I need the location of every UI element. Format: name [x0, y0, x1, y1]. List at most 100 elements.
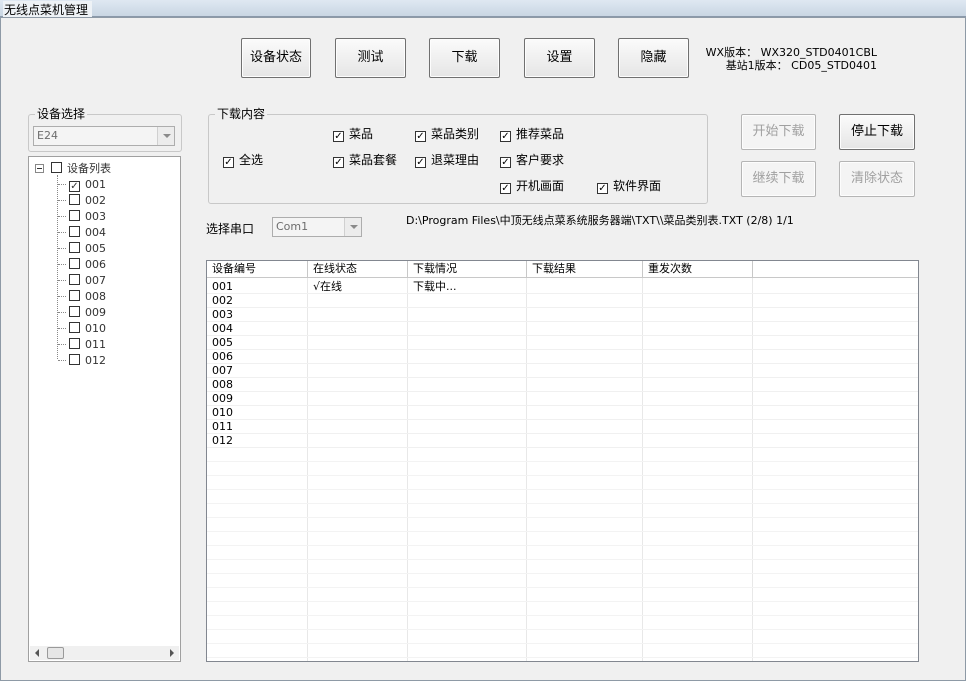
table-cell: 007: [212, 364, 233, 377]
tree-item-label: 004: [85, 226, 106, 239]
tree-line: [58, 360, 66, 361]
device-status-button[interactable]: 设备状态: [241, 38, 311, 78]
checkbox-icon[interactable]: ✓: [500, 131, 511, 142]
continue-download-button[interactable]: 继续下载: [741, 161, 816, 197]
checkbox-icon[interactable]: [69, 210, 80, 221]
table-row[interactable]: 012: [207, 434, 918, 448]
table-row[interactable]: 007: [207, 364, 918, 378]
table-cell: 010: [212, 406, 233, 419]
download-button[interactable]: 下载: [429, 38, 500, 78]
chevron-down-icon[interactable]: [157, 127, 174, 145]
checkbox-icon[interactable]: ✓: [333, 131, 344, 142]
row-line: [207, 644, 918, 658]
test-button[interactable]: 测试: [335, 38, 406, 78]
checkbox-icon[interactable]: [69, 338, 80, 349]
table-row[interactable]: 010: [207, 406, 918, 420]
chevron-down-icon[interactable]: [344, 218, 361, 236]
hide-button[interactable]: 隐藏: [618, 38, 689, 78]
clear-status-button[interactable]: 清除状态: [839, 161, 915, 197]
checkbox-icon[interactable]: ✓: [415, 131, 426, 142]
dish-category-checkbox[interactable]: ✓ 菜品类别: [415, 127, 479, 142]
tree-item[interactable]: 005: [69, 242, 106, 255]
checkbox-icon[interactable]: ✓: [500, 157, 511, 168]
tree-item[interactable]: 002: [69, 194, 106, 207]
device-status-table[interactable]: 设备编号 在线状态 下载情况 下载结果 重发次数 001 √在线 下载中... 002…: [206, 260, 919, 662]
tree-item[interactable]: 009: [69, 306, 106, 319]
table-row[interactable]: 006: [207, 350, 918, 364]
row-line: [207, 602, 918, 616]
table-row[interactable]: 002: [207, 294, 918, 308]
table-row[interactable]: 001 √在线 下载中...: [207, 280, 918, 294]
customer-request-checkbox[interactable]: ✓ 客户要求: [500, 153, 564, 168]
tree-item[interactable]: 012: [69, 354, 106, 367]
device-select-legend: 设备选择: [35, 107, 88, 121]
tree-item[interactable]: 003: [69, 210, 106, 223]
select-all-checkbox[interactable]: ✓ 全选: [223, 153, 263, 168]
row-line: [207, 574, 918, 588]
boot-screen-checkbox[interactable]: ✓ 开机画面: [500, 179, 564, 194]
tree-horizontal-scrollbar[interactable]: [30, 646, 179, 660]
software-ui-checkbox[interactable]: ✓ 软件界面: [597, 179, 661, 194]
checkbox-icon[interactable]: [69, 258, 80, 269]
tree-item-label: 001: [85, 178, 106, 191]
checkbox-icon[interactable]: [69, 306, 80, 317]
checkbox-icon[interactable]: [51, 162, 62, 173]
scroll-thumb[interactable]: [47, 647, 64, 659]
tree-item[interactable]: 008: [69, 290, 106, 303]
collapse-icon[interactable]: [35, 164, 44, 173]
checkbox-icon[interactable]: [69, 290, 80, 301]
header-retry-count[interactable]: 重发次数: [643, 261, 753, 278]
start-download-button[interactable]: 开始下载: [741, 114, 816, 150]
table-row[interactable]: 005: [207, 336, 918, 350]
version-info: WX版本： WX320_STD0401CBL 基站1版本： CD05_STD04…: [701, 46, 877, 72]
tree-item-label: 008: [85, 290, 106, 303]
dish-set-checkbox[interactable]: ✓ 菜品套餐: [333, 153, 397, 168]
settings-button[interactable]: 设置: [524, 38, 595, 78]
checkbox-icon[interactable]: ✓: [500, 183, 511, 194]
tree-item[interactable]: 011: [69, 338, 106, 351]
checkbox-icon[interactable]: ✓: [333, 157, 344, 168]
header-device-id[interactable]: 设备编号: [207, 261, 308, 278]
row-line: [207, 546, 918, 560]
tree-item[interactable]: 006: [69, 258, 106, 271]
checkbox-icon[interactable]: [69, 194, 80, 205]
return-reason-checkbox[interactable]: ✓ 退菜理由: [415, 153, 479, 168]
header-online-status[interactable]: 在线状态: [308, 261, 408, 278]
checkbox-icon[interactable]: [69, 226, 80, 237]
stop-download-button[interactable]: 停止下载: [839, 114, 915, 150]
scroll-right-icon[interactable]: [170, 649, 174, 657]
tree-item[interactable]: 004: [69, 226, 106, 239]
window-title: 无线点菜机管理: [3, 1, 93, 18]
header-download-result[interactable]: 下载结果: [527, 261, 643, 278]
checkbox-icon[interactable]: [69, 354, 80, 365]
tree-item[interactable]: 007: [69, 274, 106, 287]
tree-item[interactable]: 010: [69, 322, 106, 335]
checkbox-icon[interactable]: ✓: [69, 181, 80, 192]
checkbox-icon[interactable]: [69, 274, 80, 285]
header-download-progress[interactable]: 下载情况: [408, 261, 527, 278]
checkbox-icon[interactable]: ✓: [415, 157, 426, 168]
table-row[interactable]: 008: [207, 378, 918, 392]
table-row[interactable]: 003: [207, 308, 918, 322]
tree-root[interactable]: 设备列表: [51, 162, 111, 175]
serial-port-combo[interactable]: Com1: [272, 217, 362, 237]
table-row[interactable]: 011: [207, 420, 918, 434]
checkbox-icon[interactable]: ✓: [597, 183, 608, 194]
tree-line: [58, 344, 66, 345]
table-row[interactable]: 009: [207, 392, 918, 406]
recommended-checkbox[interactable]: ✓ 推荐菜品: [500, 127, 564, 142]
device-select-combo[interactable]: E24: [33, 126, 175, 146]
checkbox-icon[interactable]: [69, 322, 80, 333]
tree-item[interactable]: ✓ 001: [69, 178, 106, 192]
tree-line: [58, 312, 66, 313]
checkbox-icon[interactable]: [69, 242, 80, 253]
checkbox-icon[interactable]: ✓: [223, 157, 234, 168]
tree-line: [58, 280, 66, 281]
scroll-left-icon[interactable]: [35, 649, 39, 657]
table-row[interactable]: 004: [207, 322, 918, 336]
dishes-checkbox[interactable]: ✓ 菜品: [333, 127, 373, 142]
table-cell: 002: [212, 294, 233, 307]
device-tree[interactable]: 设备列表 ✓ 001 002 003 004 005 006 007 008 009 010 011 0…: [28, 156, 181, 662]
tree-item-label: 005: [85, 242, 106, 255]
row-line: [207, 490, 918, 504]
